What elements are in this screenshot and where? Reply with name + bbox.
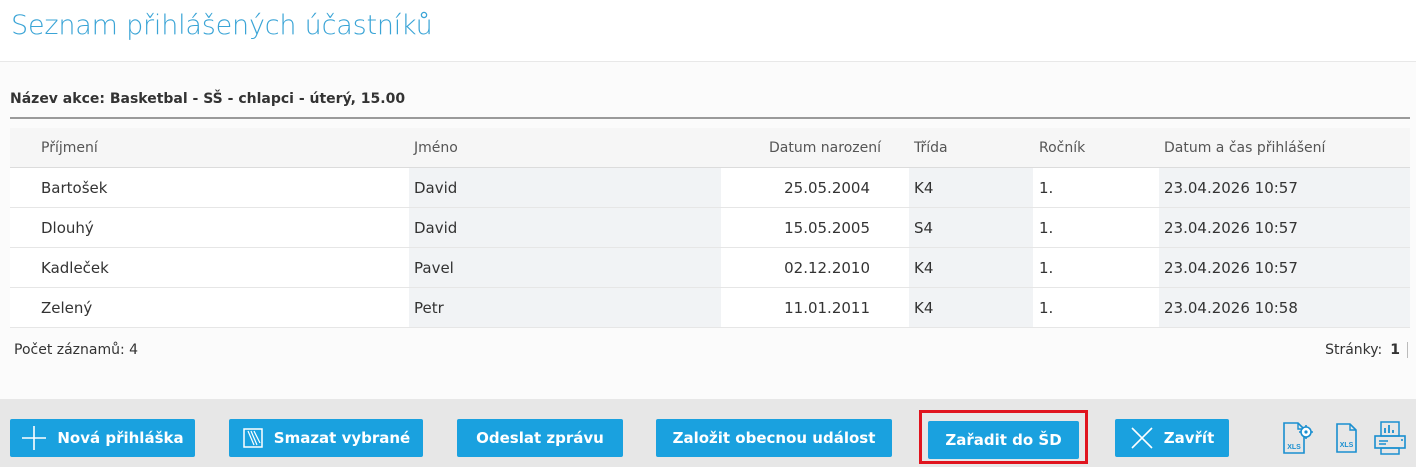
cell-signup-time: 23.04.2026 10:58 <box>1159 288 1410 327</box>
cell-name: Pavel <box>409 248 721 287</box>
new-registration-button[interactable]: Nová přihláška <box>10 419 195 457</box>
xls-export-icon[interactable]: XLS <box>1334 420 1360 456</box>
delete-selected-button[interactable]: Smazat vybrané <box>229 419 423 457</box>
cell-signup-time: 23.04.2026 10:57 <box>1159 208 1410 247</box>
eraser-icon <box>242 427 264 449</box>
close-icon <box>1130 426 1154 450</box>
cell-name: David <box>409 208 721 247</box>
column-header-surname[interactable]: Příjmení <box>37 128 409 167</box>
cell-birth-date: 11.01.2011 <box>784 298 870 317</box>
pager: Stránky: 1 <box>1325 342 1408 358</box>
close-label: Zavřít <box>1163 429 1215 447</box>
cell-class: K4 <box>909 288 1033 327</box>
assign-to-sd-button[interactable]: Zařadit do ŠD <box>928 421 1079 459</box>
table-header: Příjmení Jméno Datum narození Třída Ročn… <box>10 128 1410 168</box>
column-header-year[interactable]: Ročník <box>1033 128 1159 167</box>
cell-surname: Dlouhý <box>41 218 94 237</box>
cell-birth-date: 25.05.2004 <box>784 178 870 197</box>
xls-export-icon-text: XLS <box>1340 442 1354 449</box>
cell-surname: Bartošek <box>41 178 108 197</box>
xls-settings-icon-text: XLS <box>1287 444 1301 451</box>
cell-class: K4 <box>909 248 1033 287</box>
column-header-class[interactable]: Třída <box>909 128 1033 167</box>
cell-birth-date: 15.05.2005 <box>784 218 870 237</box>
table-body: Bartošek David 25.05.2004 K4 1. 23.04.20… <box>10 168 1410 328</box>
cell-surname: Zelený <box>41 298 93 317</box>
table-row[interactable]: Kadleček Pavel 02.12.2010 K4 1. 23.04.20… <box>10 248 1410 288</box>
cell-birth-date: 02.12.2010 <box>784 258 870 277</box>
create-general-event-button[interactable]: Založit obecnou událost <box>656 419 892 457</box>
new-registration-label: Nová přihláška <box>57 429 184 447</box>
table-row[interactable]: Zelený Petr 11.01.2011 K4 1. 23.04.2026 … <box>10 288 1410 328</box>
event-name: Název akce: Basketbal - SŠ - chlapci - ú… <box>10 91 406 107</box>
cell-signup-time: 23.04.2026 10:57 <box>1159 248 1410 287</box>
participants-table: Příjmení Jméno Datum narození Třída Ročn… <box>10 128 1410 328</box>
print-icon[interactable] <box>1372 420 1410 456</box>
cell-year: 1. <box>1039 258 1054 277</box>
cell-name: David <box>409 168 721 207</box>
assign-highlight-frame: Zařadit do ŠD <box>919 410 1088 464</box>
xls-settings-icon[interactable]: XLS <box>1280 420 1314 456</box>
title-bar: Seznam přihlášených účastníků <box>0 0 1416 62</box>
cell-class: K4 <box>909 168 1033 207</box>
cell-year: 1. <box>1039 218 1054 237</box>
delete-selected-label: Smazat vybrané <box>273 429 411 447</box>
pager-page-1[interactable]: 1 <box>1390 342 1408 358</box>
plus-icon <box>21 425 47 451</box>
event-divider <box>10 117 1410 119</box>
table-row[interactable]: Dlouhý David 15.05.2005 S4 1. 23.04.2026… <box>10 208 1410 248</box>
column-header-birth-date[interactable]: Datum narození <box>721 128 909 167</box>
cell-class: S4 <box>909 208 1033 247</box>
action-bar: Nová přihláška Smazat vybrané Odeslat zp… <box>0 399 1416 467</box>
table-row[interactable]: Bartošek David 25.05.2004 K4 1. 23.04.20… <box>10 168 1410 208</box>
cell-surname: Kadleček <box>41 258 109 277</box>
cell-name: Petr <box>409 288 721 327</box>
record-count: Počet záznamů: 4 <box>14 342 139 358</box>
send-message-button[interactable]: Odeslat zprávu <box>457 419 623 457</box>
column-header-signup-time[interactable]: Datum a čas přihlášení <box>1159 128 1410 167</box>
close-button[interactable]: Zavřít <box>1115 419 1229 457</box>
page-title: Seznam přihlášených účastníků <box>11 10 433 41</box>
cell-year: 1. <box>1039 178 1054 197</box>
column-header-name[interactable]: Jméno <box>409 128 721 167</box>
pager-label: Stránky: <box>1325 342 1383 358</box>
cell-signup-time: 23.04.2026 10:57 <box>1159 168 1410 207</box>
cell-year: 1. <box>1039 298 1054 317</box>
